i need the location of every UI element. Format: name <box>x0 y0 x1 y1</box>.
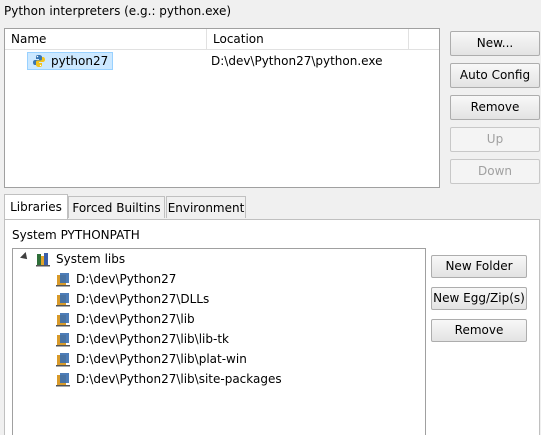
auto-config-button[interactable]: Auto Config <box>450 63 540 88</box>
tree-item[interactable]: D:\dev\Python27\DLLs <box>55 289 209 309</box>
tab-forced-builtins[interactable]: Forced Builtins <box>68 196 165 218</box>
tree-item[interactable]: D:\dev\Python27\lib <box>55 309 195 329</box>
tree-root-label: System libs <box>56 252 126 266</box>
system-pythonpath-label: System PYTHONPATH <box>12 228 140 242</box>
remove-interpreter-button[interactable]: Remove <box>450 95 540 120</box>
column-header-name[interactable]: Name <box>5 29 207 49</box>
tree-expand-arrow-icon[interactable] <box>20 252 30 262</box>
new-folder-button[interactable]: New Folder <box>431 255 527 278</box>
table-row[interactable]: python27 D:\dev\Python27\python.exe <box>5 51 439 71</box>
down-button[interactable]: Down <box>450 159 540 184</box>
tree-root-system-libs[interactable]: System libs <box>13 249 125 269</box>
tab-environment[interactable]: Environment <box>166 196 246 218</box>
up-button[interactable]: Up <box>450 127 540 152</box>
new-interpreter-button[interactable]: New... <box>450 31 540 56</box>
tree-item-label: D:\dev\Python27\lib\lib-tk <box>76 332 229 346</box>
library-icon <box>55 371 71 387</box>
interpreter-location: D:\dev\Python27\python.exe <box>211 54 383 68</box>
interpreters-title: Python interpreters (e.g.: python.exe) <box>4 4 232 18</box>
column-header-filler <box>409 29 439 49</box>
python-icon <box>32 54 46 68</box>
library-icon <box>55 271 71 287</box>
library-icon <box>55 331 71 347</box>
new-egg-zip-button[interactable]: New Egg/Zip(s) <box>431 287 527 310</box>
tab-libraries[interactable]: Libraries <box>4 194 68 219</box>
library-icon <box>55 291 71 307</box>
interpreter-name-cell[interactable]: python27 <box>27 52 114 70</box>
tree-item-label: D:\dev\Python27\DLLs <box>76 292 210 306</box>
tree-item-label: D:\dev\Python27 <box>76 272 177 286</box>
interpreters-table-header: Name Location <box>5 29 439 50</box>
tree-item[interactable]: D:\dev\Python27\lib\plat-win <box>55 349 247 369</box>
tree-item-label: D:\dev\Python27\lib\site-packages <box>76 372 282 386</box>
column-header-location[interactable]: Location <box>207 29 409 49</box>
tree-item[interactable]: D:\dev\Python27\lib\site-packages <box>55 369 282 389</box>
tree-item-label: D:\dev\Python27\lib\plat-win <box>76 352 247 366</box>
library-icon <box>55 311 71 327</box>
interpreters-table[interactable]: Name Location python27 D:\dev\Python27\p… <box>4 28 440 188</box>
tree-item-label: D:\dev\Python27\lib <box>76 312 195 326</box>
interpreter-name: python27 <box>51 54 109 68</box>
tree-item[interactable]: D:\dev\Python27 <box>55 269 176 289</box>
remove-library-button[interactable]: Remove <box>431 319 527 342</box>
library-icon <box>35 251 51 267</box>
pythonpath-tree[interactable]: System libs D:\dev\Python27 D:\dev\Pytho… <box>12 248 426 435</box>
tree-item[interactable]: D:\dev\Python27\lib\lib-tk <box>55 329 229 349</box>
library-icon <box>55 351 71 367</box>
